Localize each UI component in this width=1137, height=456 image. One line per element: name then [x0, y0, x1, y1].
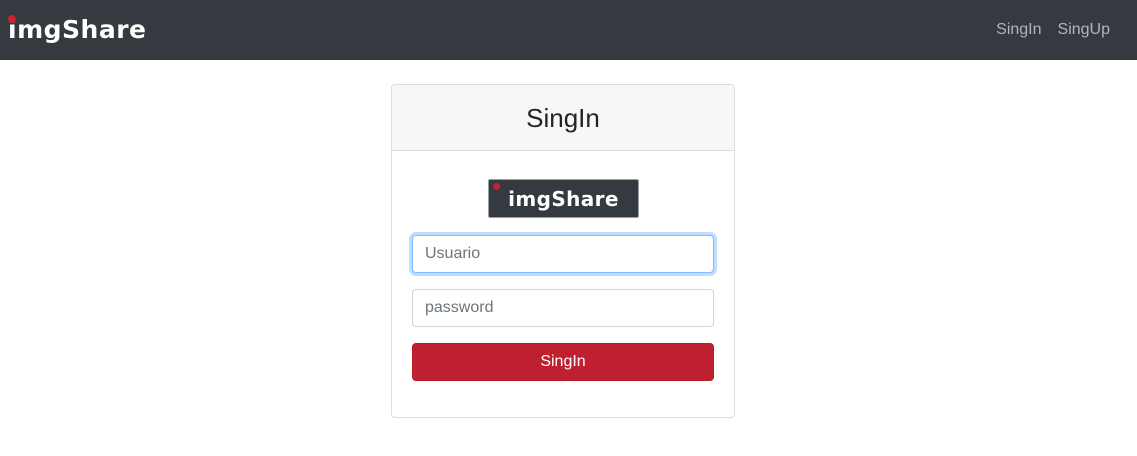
logo-dot-icon: [493, 183, 500, 190]
brand-dot-icon: [8, 15, 16, 23]
imgshare-logo: imgShare: [488, 179, 639, 218]
card-body: imgShare SingIn: [392, 151, 734, 417]
password-input[interactable]: [412, 289, 714, 327]
username-input[interactable]: [412, 235, 714, 273]
signin-card: SingIn imgShare SingIn: [391, 84, 735, 418]
nav-links: SingIn SingUp: [996, 19, 1110, 41]
card-title: SingIn: [526, 102, 600, 133]
nav-link-signin[interactable]: SingIn: [996, 19, 1041, 41]
card-header: SingIn: [392, 85, 734, 151]
signin-submit-button[interactable]: SingIn: [412, 343, 714, 381]
logo-text: imgShare: [508, 186, 619, 211]
top-navbar: imgShare SingIn SingUp: [0, 0, 1137, 60]
nav-link-signup[interactable]: SingUp: [1058, 19, 1110, 41]
brand-text: imgShare: [8, 15, 147, 44]
brand-logo-link[interactable]: imgShare: [8, 14, 146, 46]
